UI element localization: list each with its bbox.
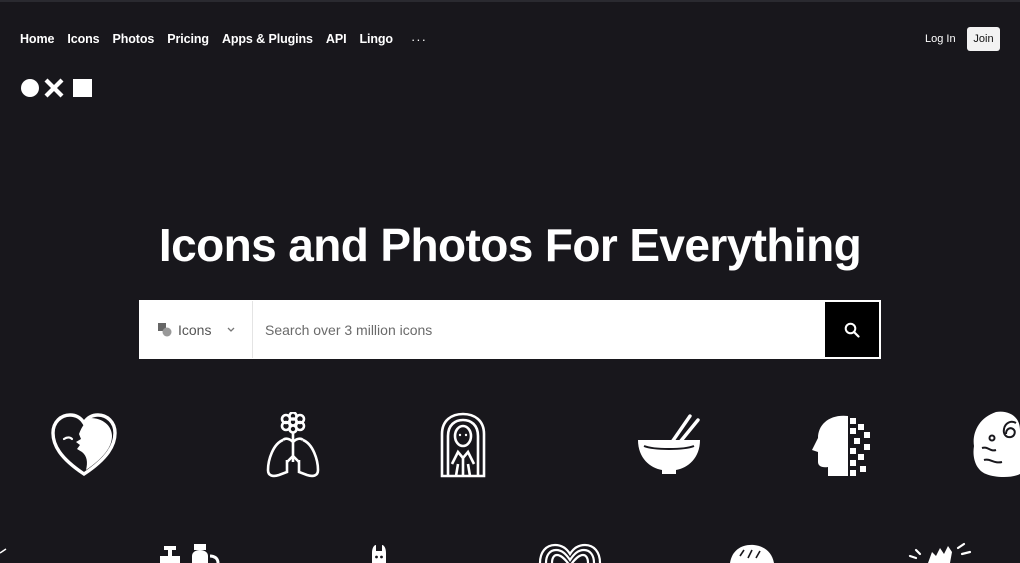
- top-border: [0, 0, 1020, 2]
- search-input[interactable]: [253, 301, 824, 358]
- nav-lingo[interactable]: Lingo: [359, 32, 393, 46]
- nav-icons[interactable]: Icons: [67, 32, 99, 46]
- icon-gallery: [0, 0, 1020, 563]
- pangolin-icon[interactable]: [726, 542, 774, 563]
- nav-apps-plugins[interactable]: Apps & Plugins: [222, 32, 313, 46]
- lungs-flower-icon[interactable]: [265, 412, 321, 480]
- nav-home[interactable]: Home: [20, 32, 54, 46]
- main-nav: Home Icons Photos Pricing Apps & Plugins…: [20, 31, 427, 47]
- pixel-head-icon[interactable]: [808, 412, 872, 478]
- search-button[interactable]: [825, 302, 879, 357]
- heart-face-icon[interactable]: [50, 412, 118, 478]
- chevron-down-icon: [228, 327, 235, 332]
- join-button[interactable]: Join: [967, 27, 1000, 51]
- rainbow-heart-icon[interactable]: [536, 542, 604, 563]
- bunny-icon[interactable]: [368, 543, 390, 563]
- noodle-bowl-icon[interactable]: [636, 414, 702, 476]
- logo[interactable]: [20, 78, 94, 100]
- potion-bottles-icon[interactable]: [158, 542, 220, 563]
- more-menu-icon[interactable]: ···: [411, 32, 427, 47]
- woman-portrait-icon[interactable]: [440, 412, 486, 478]
- nav-pricing[interactable]: Pricing: [167, 32, 209, 46]
- sparkle-hand-icon[interactable]: [906, 542, 972, 563]
- nav-photos[interactable]: Photos: [113, 32, 155, 46]
- logo-circle-icon: [21, 79, 39, 97]
- partial-icon: [0, 548, 7, 554]
- logo-x-icon: [44, 78, 64, 98]
- nav-api[interactable]: API: [326, 32, 347, 46]
- search-icon: [844, 322, 860, 338]
- fossil-rock-icon[interactable]: [970, 408, 1020, 480]
- page-title: Icons and Photos For Everything: [158, 219, 862, 271]
- search-bar: Icons: [139, 300, 881, 359]
- logo-square-icon: [73, 79, 92, 97]
- icons-type-icon: [158, 322, 172, 336]
- search-type-dropdown[interactable]: Icons: [140, 301, 253, 358]
- search-type-label: Icons: [178, 321, 212, 338]
- login-link[interactable]: Log In: [925, 33, 956, 45]
